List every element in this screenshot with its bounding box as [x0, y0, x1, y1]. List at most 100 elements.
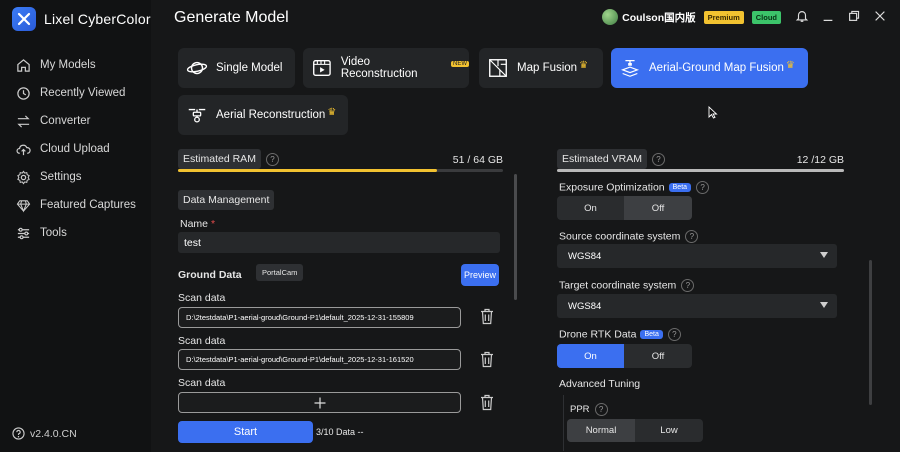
ppr-row: PPR? [570, 403, 608, 416]
preview-button[interactable]: Preview [461, 264, 499, 286]
ram-bar [178, 169, 503, 172]
toggle-on[interactable]: On [557, 196, 624, 220]
beta-badge: Beta [668, 183, 692, 192]
toggle-low[interactable]: Low [635, 419, 703, 442]
left-scrollbar[interactable] [514, 174, 517, 300]
scan-data-label: Scan data [178, 377, 226, 389]
sidebar-item-cloud-upload[interactable]: Cloud Upload [16, 135, 136, 163]
sidebar-item-label: Tools [40, 227, 67, 239]
sidebar: Lixel CyberColor My Models Recently View… [0, 0, 151, 452]
rtk-toggle[interactable]: On Off [557, 344, 692, 368]
swap-icon [17, 114, 30, 128]
home-icon [17, 58, 30, 72]
advanced-tuning-label: Advanced Tuning [559, 378, 641, 390]
help-icon[interactable]: ? [651, 152, 665, 166]
help-icon[interactable]: ? [594, 403, 608, 416]
sidebar-item-recently-viewed[interactable]: Recently Viewed [16, 79, 136, 107]
ppr-toggle[interactable]: Normal Low [567, 419, 703, 442]
vram-value: 12 /12 GB [796, 154, 844, 166]
mode-video-reconstruction[interactable]: Video Reconstruction NEW [303, 48, 469, 88]
restore-icon[interactable] [847, 9, 861, 23]
right-scrollbar[interactable] [869, 260, 872, 405]
mode-map-fusion[interactable]: Map Fusion ♛ [479, 48, 603, 88]
new-tag: NEW [451, 61, 469, 67]
start-button[interactable]: Start [178, 421, 313, 443]
sidebar-item-label: Cloud Upload [40, 143, 110, 155]
trash-icon[interactable] [480, 308, 494, 325]
app-name: Lixel CyberColor [44, 11, 151, 27]
mode-label: Aerial Reconstruction [216, 109, 326, 121]
close-icon[interactable] [873, 9, 887, 23]
drone-icon [188, 108, 206, 123]
diamond-icon [16, 199, 31, 213]
vram-label-row: Estimated VRAM? [557, 149, 665, 169]
sidebar-item-tools[interactable]: Tools [16, 219, 136, 247]
caret-down-icon [820, 252, 828, 258]
rtk-label: Drone RTK Data [559, 328, 637, 341]
sidebar-item-settings[interactable]: Settings [16, 163, 136, 191]
rtk-label-row: Drone RTK Data Beta? [559, 328, 681, 341]
cloud-upload-icon [16, 144, 31, 155]
mode-label: Aerial-Ground Map Fusion [649, 62, 784, 74]
crown-icon: ♛ [785, 59, 795, 71]
vram-label: Estimated VRAM [557, 149, 647, 169]
help-circle-icon[interactable] [12, 427, 25, 440]
mode-aerial-reconstruction[interactable]: Aerial Reconstruction ♛ [178, 95, 348, 135]
ram-label: Estimated RAM [178, 149, 261, 169]
mode-aerial-ground-map-fusion[interactable]: Aerial-Ground Map Fusion ♛ [611, 48, 808, 88]
mode-label: Map Fusion [517, 62, 578, 74]
help-icon[interactable]: ? [685, 230, 699, 243]
name-input[interactable]: test [178, 232, 500, 253]
scan-path-input[interactable]: D:\2testdata\P1-aerial-groud\Ground-P1\d… [178, 307, 461, 328]
target-cs-select[interactable]: WGS84 [557, 294, 837, 318]
drone-layers-icon [620, 60, 640, 77]
sidebar-item-converter[interactable]: Converter [16, 107, 136, 135]
mode-label: Video Reconstruction [340, 56, 418, 80]
advanced-divider [563, 395, 564, 451]
toggle-on[interactable]: On [557, 344, 624, 368]
minimize-icon[interactable] [821, 9, 835, 23]
ground-data-label: Ground Data [178, 269, 242, 281]
target-cs-label: Target coordinate system [559, 279, 677, 292]
source-cs-label: Source coordinate system [559, 230, 681, 243]
bell-icon[interactable] [795, 9, 809, 23]
ram-label-row: Estimated RAM? [178, 149, 279, 169]
sidebar-item-featured-captures[interactable]: Featured Captures [16, 191, 136, 219]
data-count: 3/10 Data -- [316, 427, 364, 437]
trash-icon[interactable] [480, 394, 494, 411]
vram-bar [557, 169, 844, 172]
mode-single-model[interactable]: Single Model [178, 48, 295, 88]
premium-badge: Premium [703, 10, 744, 24]
topbar: Generate Model Coulson国内版 Premium Cloud [151, 0, 900, 36]
select-value: WGS84 [568, 301, 602, 312]
help-icon[interactable]: ? [667, 328, 681, 341]
add-scan-button[interactable] [178, 392, 461, 413]
caret-down-icon [820, 302, 828, 308]
toggle-off[interactable]: Off [624, 344, 692, 368]
trash-icon[interactable] [480, 351, 494, 368]
map-icon [489, 59, 507, 77]
page-title: Generate Model [174, 9, 289, 26]
exposure-label-row: Exposure Optimization Beta? [559, 181, 710, 194]
help-icon[interactable]: ? [265, 152, 279, 166]
sidebar-item-my-models[interactable]: My Models [16, 51, 136, 79]
tools-icon [17, 227, 30, 239]
video-icon [313, 60, 331, 76]
scan-path-input[interactable]: D:\2testdata\P1-aerial-groud\Ground-P1\d… [178, 349, 461, 370]
logo-icon [12, 7, 36, 31]
user-info[interactable]: Coulson国内版 Premium Cloud [602, 9, 781, 25]
exposure-toggle[interactable]: On Off [557, 196, 692, 220]
select-value: WGS84 [568, 251, 602, 262]
ram-value: 51 / 64 GB [452, 154, 503, 166]
sidebar-nav: My Models Recently Viewed Converter Clou… [16, 51, 136, 247]
sidebar-item-label: Settings [40, 171, 82, 183]
sidebar-item-label: Converter [40, 115, 91, 127]
avatar[interactable] [602, 9, 619, 25]
source-cs-select[interactable]: WGS84 [557, 244, 837, 268]
cloud-badge: Cloud [751, 10, 781, 24]
help-icon[interactable]: ? [696, 181, 710, 194]
toggle-off[interactable]: Off [624, 196, 692, 220]
toggle-normal[interactable]: Normal [567, 419, 635, 442]
help-icon[interactable]: ? [681, 279, 695, 292]
version-info: v2.4.0.CN [12, 427, 77, 440]
